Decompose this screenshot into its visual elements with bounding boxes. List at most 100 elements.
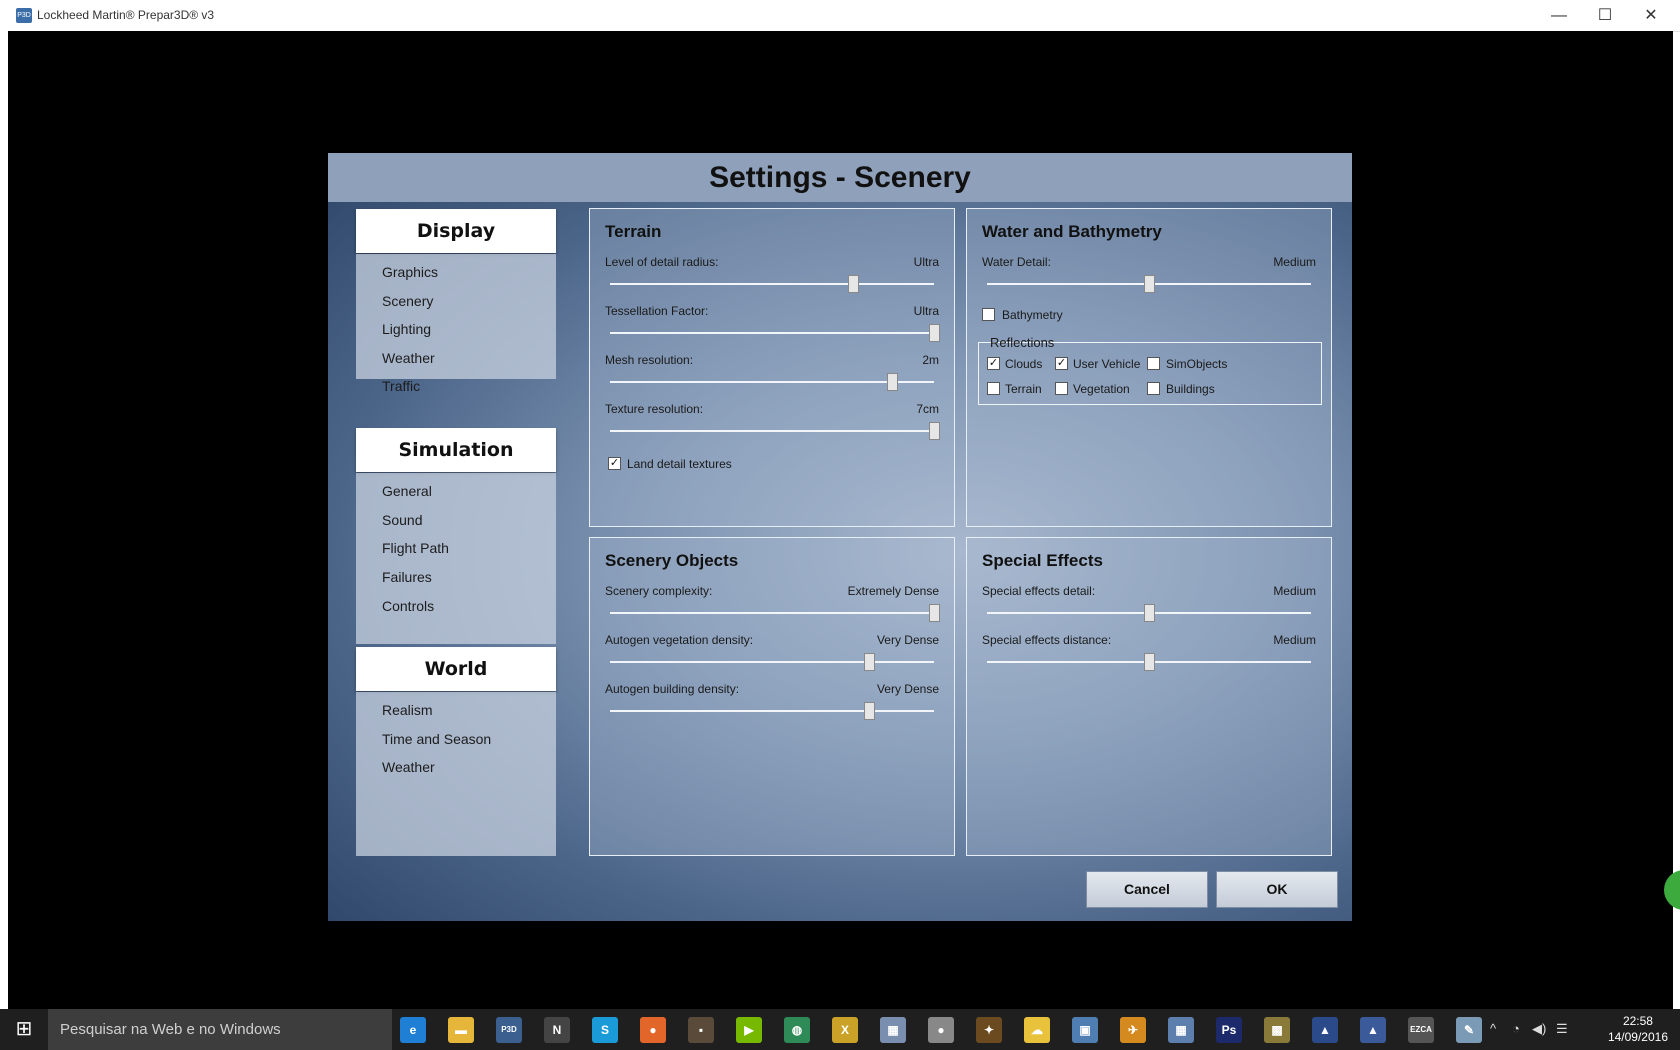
- reflect-clouds-checkbox[interactable]: ✓: [987, 357, 1000, 370]
- autogen-vegetation-value: Very Dense: [876, 633, 939, 647]
- reflect-clouds-label: Clouds: [1005, 357, 1043, 371]
- tessellation-slider[interactable]: [610, 324, 940, 342]
- terrain-title: Terrain: [605, 222, 662, 241]
- sidebar-item-controls[interactable]: Controls: [382, 598, 434, 614]
- reflections-group: Reflections ✓ Clouds ✓ User Vehicle SimO…: [978, 335, 1322, 405]
- sidebar-group-display: Graphics Scenery Lighting Weather Traffi…: [356, 254, 556, 394]
- photoshop-icon[interactable]: Ps: [1216, 1017, 1242, 1043]
- land-detail-label: Land detail textures: [627, 457, 732, 471]
- sidebar-item-time-and-season[interactable]: Time and Season: [382, 731, 491, 747]
- sidebar-item-sound[interactable]: Sound: [382, 512, 422, 528]
- scenery-complexity-value: Extremely Dense: [847, 584, 939, 598]
- paint-icon[interactable]: ✎: [1456, 1017, 1482, 1043]
- tray-clock[interactable]: 22:58 14/09/2016: [1608, 1013, 1668, 1045]
- effects-detail-slider[interactable]: [987, 604, 1311, 622]
- n-app-icon[interactable]: N: [544, 1017, 570, 1043]
- autogen-building-label: Autogen building density:: [605, 682, 740, 696]
- plane-icon[interactable]: ✈: [1120, 1017, 1146, 1043]
- ok-button[interactable]: OK: [1216, 871, 1338, 908]
- sidebar-item-scenery[interactable]: Scenery: [382, 293, 433, 309]
- nvidia-icon[interactable]: ▶: [736, 1017, 762, 1043]
- reflect-user-vehicle-checkbox[interactable]: ✓: [1055, 357, 1068, 370]
- sidebar-item-failures[interactable]: Failures: [382, 569, 432, 585]
- reflect-buildings-checkbox[interactable]: [1147, 382, 1160, 395]
- taskbar-search[interactable]: Pesquisar na Web e no Windows: [48, 1009, 392, 1050]
- scenery-complexity-slider[interactable]: [610, 604, 940, 622]
- slider-thumb[interactable]: [864, 653, 876, 671]
- action-center-icon[interactable]: ☰: [1556, 1021, 1568, 1037]
- land-detail-checkbox[interactable]: ✓: [608, 457, 621, 470]
- sidebar-item-flight-path[interactable]: Flight Path: [382, 540, 449, 556]
- reflect-terrain-checkbox[interactable]: [987, 382, 1000, 395]
- effects-distance-slider[interactable]: [987, 653, 1311, 671]
- reflect-user-vehicle-label: User Vehicle: [1073, 357, 1141, 371]
- sidebar-item-general[interactable]: General: [382, 483, 432, 499]
- app-icon[interactable]: ✦: [976, 1017, 1002, 1043]
- slider-thumb[interactable]: [1144, 275, 1155, 293]
- firefox-icon[interactable]: ●: [640, 1017, 666, 1043]
- p3d-icon[interactable]: P3D: [496, 1017, 522, 1043]
- start-button[interactable]: ⊞: [0, 1009, 48, 1050]
- maximize-button[interactable]: ☐: [1582, 0, 1628, 31]
- volume-icon[interactable]: ◀): [1532, 1021, 1546, 1037]
- weather-icon[interactable]: ☁: [1024, 1017, 1050, 1043]
- dialog-title: Settings - Scenery: [709, 161, 971, 194]
- sidebar-item-lighting[interactable]: Lighting: [382, 321, 431, 337]
- reflections-label: Reflections: [990, 335, 1055, 350]
- file-explorer-icon[interactable]: ▬: [448, 1017, 474, 1043]
- slider-thumb[interactable]: [1144, 653, 1155, 671]
- autogen-building-slider[interactable]: [610, 702, 934, 720]
- mesh-resolution-label: Mesh resolution:: [605, 353, 694, 367]
- texture-resolution-slider[interactable]: [610, 422, 940, 440]
- ie-icon[interactable]: e: [400, 1017, 426, 1043]
- slider-thumb[interactable]: [929, 422, 940, 440]
- globe-icon[interactable]: ◍: [784, 1017, 810, 1043]
- app-icon[interactable]: ▦: [1168, 1017, 1194, 1043]
- xplane-icon[interactable]: X: [832, 1017, 858, 1043]
- reflect-vegetation-checkbox[interactable]: [1055, 382, 1068, 395]
- water-panel: Water and Bathymetry Water Detail: Mediu…: [966, 208, 1332, 527]
- slider-thumb[interactable]: [1144, 604, 1155, 622]
- reflect-simobjects-checkbox[interactable]: [1147, 357, 1160, 370]
- slider-thumb[interactable]: [864, 702, 876, 720]
- sidebar-item-realism[interactable]: Realism: [382, 702, 433, 718]
- slider-thumb[interactable]: [886, 373, 898, 391]
- app-icon[interactable]: ▩: [1264, 1017, 1290, 1043]
- minimize-button[interactable]: —: [1536, 0, 1582, 31]
- sidebar-heading-world[interactable]: World: [356, 647, 556, 691]
- sidebar-group-simulation: General Sound Flight Path Failures Contr…: [356, 473, 556, 644]
- close-button[interactable]: ✕: [1628, 0, 1674, 31]
- sidebar-item-weather[interactable]: Weather: [382, 350, 435, 366]
- settings-dialog: Settings - Scenery Display Graphics Scen…: [328, 153, 1352, 921]
- lod-radius-value: Ultra: [913, 255, 939, 269]
- sidebar-item-graphics[interactable]: Graphics: [382, 264, 438, 280]
- app-icon[interactable]: ▣: [1072, 1017, 1098, 1043]
- sphere-icon[interactable]: ●: [928, 1017, 954, 1043]
- bathymetry-checkbox[interactable]: [982, 308, 995, 321]
- water-detail-slider[interactable]: [987, 275, 1311, 293]
- ezca-icon[interactable]: EZCA: [1408, 1017, 1434, 1043]
- tessellation-value: Ultra: [913, 304, 939, 318]
- app-icon: P3D: [16, 8, 32, 23]
- app-icon[interactable]: ▦: [880, 1017, 906, 1043]
- slider-thumb[interactable]: [848, 275, 859, 293]
- sidebar-heading-simulation[interactable]: Simulation: [356, 428, 556, 472]
- slider-thumb[interactable]: [929, 324, 940, 342]
- app-icon[interactable]: ▪: [688, 1017, 714, 1043]
- sidebar-heading-display[interactable]: Display: [356, 209, 556, 253]
- reflect-buildings-label: Buildings: [1166, 382, 1215, 396]
- cancel-button[interactable]: Cancel: [1086, 871, 1208, 908]
- title-bar: P3D Lockheed Martin® Prepar3D® v3 — ☐ ✕: [0, 0, 1680, 32]
- network-icon[interactable]: ◔: [1512, 1021, 1520, 1036]
- skype-icon[interactable]: S: [592, 1017, 618, 1043]
- sidebar-item-traffic[interactable]: Traffic: [382, 378, 420, 394]
- effects-detail-label: Special effects detail:: [982, 584, 1096, 598]
- mesh-resolution-slider[interactable]: [610, 373, 934, 391]
- slider-thumb[interactable]: [929, 604, 940, 622]
- autogen-vegetation-slider[interactable]: [610, 653, 934, 671]
- lod-radius-slider[interactable]: [610, 275, 934, 293]
- sidebar-item-world-weather[interactable]: Weather: [382, 759, 435, 775]
- app-icon[interactable]: ▲: [1360, 1017, 1386, 1043]
- app-icon[interactable]: ▲: [1312, 1017, 1338, 1043]
- tray-chevron-icon[interactable]: ^: [1490, 1021, 1496, 1036]
